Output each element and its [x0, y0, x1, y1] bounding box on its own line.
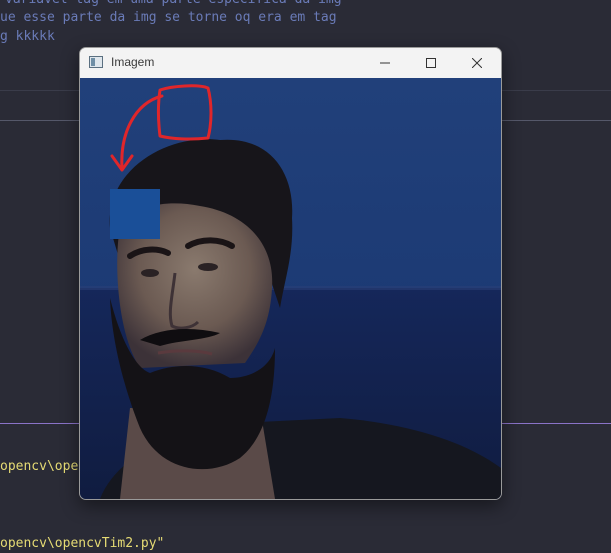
displayed-image — [80, 78, 501, 499]
window-titlebar[interactable]: Imagem — [80, 48, 501, 78]
image-window-icon — [89, 56, 103, 68]
maximize-icon — [426, 58, 436, 68]
terminal-path-line-2: opencv\opencvTim2.py" — [0, 536, 165, 551]
minimize-button[interactable] — [362, 48, 408, 78]
image-window: Imagem — [79, 47, 502, 500]
portrait-photo — [80, 78, 501, 499]
close-button[interactable] — [454, 48, 500, 78]
right-eye — [198, 263, 218, 271]
code-comment-line-3: g kkkkk — [0, 29, 55, 44]
pasted-image-patch — [110, 189, 160, 239]
code-comment-line-1: variavel tag em uma parte especifica da … — [5, 0, 342, 9]
close-icon — [472, 58, 482, 68]
window-title: Imagem — [111, 55, 155, 69]
code-comment-line-2: ue esse parte da img se torne oq era em … — [0, 10, 337, 25]
minimize-icon — [380, 62, 390, 64]
left-eye — [141, 269, 159, 277]
maximize-button[interactable] — [408, 48, 454, 78]
